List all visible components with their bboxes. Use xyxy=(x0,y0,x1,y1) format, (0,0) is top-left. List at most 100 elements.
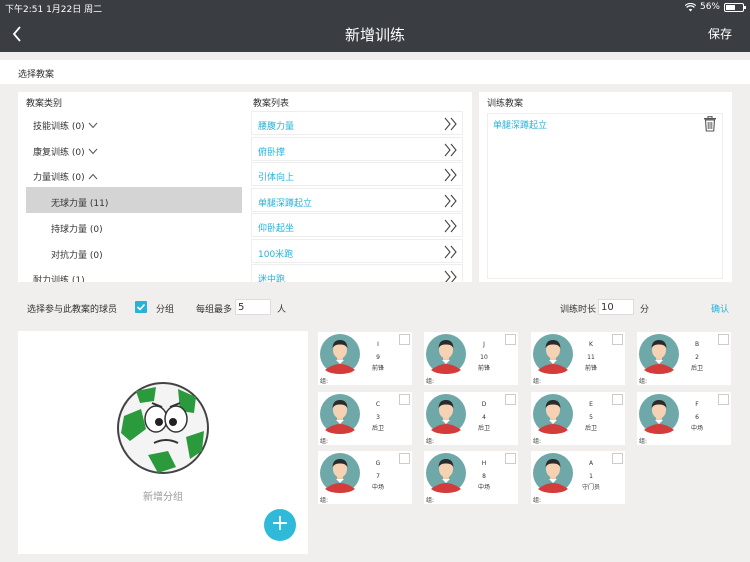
category-item[interactable]: 持球力量 (0) xyxy=(26,213,242,239)
double-chevron-right-icon[interactable] xyxy=(444,168,458,182)
player-card[interactable]: K 11 前锋 组: xyxy=(531,332,625,385)
player-card[interactable]: F 6 中场 组: xyxy=(637,392,731,445)
group-checkbox[interactable] xyxy=(135,301,147,313)
battery-percent: 56% xyxy=(699,2,720,12)
player-position: 中场 xyxy=(690,425,703,432)
wifi-icon xyxy=(684,2,696,11)
plan-label: 仰卧起坐 xyxy=(258,224,295,234)
save-button[interactable]: 保存 xyxy=(708,25,732,42)
double-chevron-right-icon[interactable] xyxy=(444,143,458,157)
player-checkbox[interactable] xyxy=(718,334,729,345)
player-number: 2 xyxy=(695,354,699,361)
player-avatar xyxy=(533,453,573,493)
player-checkbox[interactable] xyxy=(399,453,410,464)
player-checkbox[interactable] xyxy=(505,334,516,345)
player-number: 10 xyxy=(480,354,488,361)
player-checkbox[interactable] xyxy=(505,394,516,405)
player-card[interactable]: C 3 后卫 组: xyxy=(318,392,412,445)
player-position: 中场 xyxy=(477,484,490,491)
double-chevron-right-icon[interactable] xyxy=(444,270,458,282)
player-position: 前锋 xyxy=(584,365,597,372)
player-avatar xyxy=(639,394,679,434)
checkmark-icon xyxy=(136,303,146,311)
status-time: 下午2:51 1月22日 周二 xyxy=(5,5,103,15)
double-chevron-right-icon[interactable] xyxy=(444,219,458,233)
player-card[interactable]: H 8 中场 组: xyxy=(424,451,518,504)
plan-item[interactable]: 100米跑 xyxy=(251,238,463,263)
plan-label: 腰腹力量 xyxy=(258,122,295,132)
player-checkbox[interactable] xyxy=(612,453,623,464)
category-item[interactable]: 耐力训练 (1) xyxy=(26,264,242,282)
category-label: 耐力训练 (1) xyxy=(33,276,85,282)
chevron-up-icon xyxy=(88,174,97,180)
player-name: J xyxy=(483,341,485,348)
plan-label: 引体向上 xyxy=(258,173,295,183)
player-checkbox[interactable] xyxy=(399,394,410,405)
player-name: I xyxy=(377,341,379,348)
player-name: E xyxy=(589,401,593,408)
duration-input[interactable]: 10 xyxy=(598,299,634,315)
status-bar: 下午2:51 1月22日 周二 56% xyxy=(0,0,750,16)
new-group-label: 新增分组 xyxy=(143,492,183,503)
plans-header: 教案列表 xyxy=(253,99,290,109)
confirm-button[interactable]: 确认 xyxy=(711,302,729,315)
status-right: 56% xyxy=(684,2,746,12)
minute-unit: 分 xyxy=(640,305,650,315)
plan-item[interactable]: 仰卧起坐 xyxy=(251,213,463,237)
player-number: 7 xyxy=(376,473,380,480)
player-checkbox[interactable] xyxy=(505,453,516,464)
player-card[interactable]: A 1 守门员 组: xyxy=(531,451,625,504)
plan-item[interactable]: 腰腹力量 xyxy=(251,111,463,135)
training-header: 训练教案 xyxy=(487,99,524,109)
player-checkbox[interactable] xyxy=(612,394,623,405)
person-unit: 人 xyxy=(277,305,287,315)
player-avatar xyxy=(320,453,360,493)
categories-header: 教案类别 xyxy=(26,99,63,109)
plan-item[interactable]: 迷中跑 xyxy=(251,264,463,282)
player-card[interactable]: D 4 后卫 组: xyxy=(424,392,518,445)
category-item[interactable]: 康复训练 (0) xyxy=(26,136,242,162)
player-number: 9 xyxy=(376,354,380,361)
player-name: C xyxy=(375,401,381,408)
player-card[interactable]: G 7 中场 组: xyxy=(318,451,412,504)
player-position: 后卫 xyxy=(690,365,703,372)
add-group-button[interactable]: + xyxy=(264,509,296,541)
category-item[interactable]: 力量训练 (0) xyxy=(26,161,242,187)
player-group: 组: xyxy=(533,497,542,504)
plan-item[interactable]: 单腿深蹲起立 xyxy=(251,187,463,212)
player-card[interactable]: B 2 后卫 组: xyxy=(637,332,731,385)
plan-item[interactable]: 引体向上 xyxy=(251,162,463,186)
training-list xyxy=(487,113,723,279)
page-title: 新增训练 xyxy=(344,26,405,44)
category-item[interactable]: 无球力量 (11) xyxy=(26,187,242,214)
plan-item[interactable]: 俯卧撑 xyxy=(251,136,463,161)
player-card[interactable]: I 9 前锋 组: xyxy=(318,332,412,385)
player-number: 3 xyxy=(376,414,380,421)
duration-label: 训练时长 xyxy=(560,305,597,315)
category-item[interactable]: 技能训练 (0) xyxy=(26,110,242,136)
player-number: 6 xyxy=(695,414,699,421)
soccer-ball-icon[interactable] xyxy=(116,381,210,475)
player-checkbox[interactable] xyxy=(399,334,410,345)
trash-icon[interactable] xyxy=(703,116,717,132)
player-card[interactable]: J 10 前锋 组: xyxy=(424,332,518,385)
player-card[interactable]: E 5 后卫 组: xyxy=(531,392,625,445)
player-avatar xyxy=(533,394,573,434)
nav-bar: 新增训练 保存 xyxy=(0,16,750,52)
double-chevron-right-icon[interactable] xyxy=(444,194,458,208)
category-label: 无球力量 (11) xyxy=(51,199,109,210)
player-group: 组: xyxy=(639,378,648,385)
battery-icon xyxy=(724,2,746,12)
category-item[interactable]: 对抗力量 (0) xyxy=(26,239,242,265)
player-group: 组: xyxy=(639,438,648,445)
player-checkbox[interactable] xyxy=(718,394,729,405)
training-item[interactable]: 单腿深蹲起立 xyxy=(493,118,547,131)
player-checkbox[interactable] xyxy=(612,334,623,345)
double-chevron-right-icon[interactable] xyxy=(444,117,458,131)
player-position: 后卫 xyxy=(584,425,597,432)
double-chevron-right-icon[interactable] xyxy=(444,245,458,259)
select-players-label: 选择参与此教案的球员 xyxy=(27,305,118,315)
player-avatar xyxy=(639,334,679,374)
player-number: 8 xyxy=(482,473,486,480)
max-per-group-input[interactable]: 5 xyxy=(235,299,271,315)
